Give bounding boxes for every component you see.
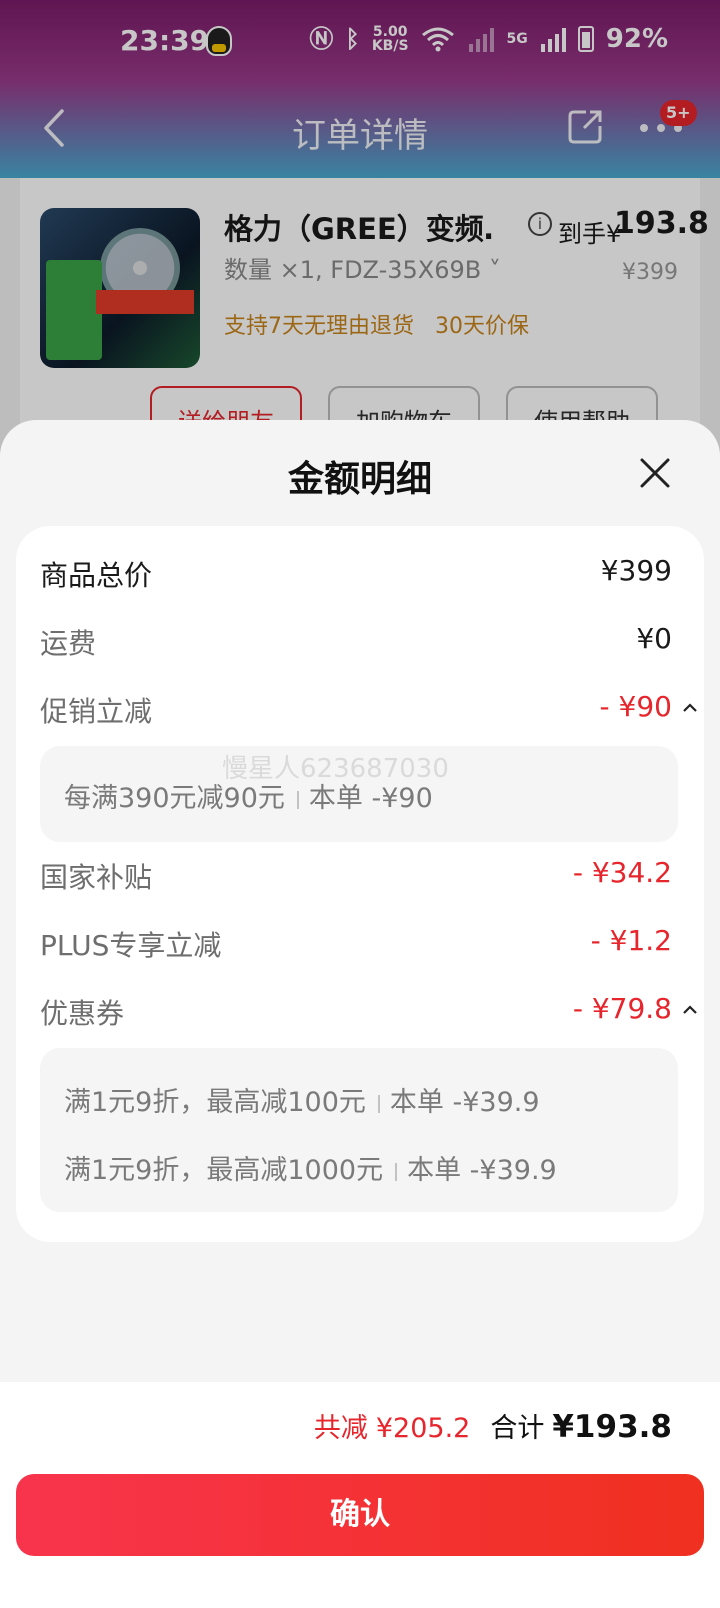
- chevron-up-icon[interactable]: [682, 1002, 698, 1018]
- coupon-detail-box: 满1元9折，最高减100元 本单 -¥39.9 满1元9折，最高减1000元 本单 …: [40, 1048, 678, 1212]
- amount-details-card: 商品总价 ¥399 运费 ¥0 促销立减 - ¥90 每满390元减90元 本单 …: [16, 526, 704, 1242]
- plus-discount-value: - ¥1.2: [590, 924, 672, 957]
- shipping-row: 运费 ¥0: [40, 622, 672, 662]
- chevron-up-icon[interactable]: [682, 700, 698, 716]
- coupon-amount: 本单 -¥39.9: [407, 1155, 557, 1186]
- promo-label: 促销立减: [40, 695, 153, 728]
- coupon-row[interactable]: 优惠券 - ¥79.8: [40, 992, 697, 1032]
- confirm-button[interactable]: 确认: [16, 1474, 704, 1556]
- coupon-detail-line: 满1元9折，最高减100元 本单 -¥39.9: [64, 1080, 540, 1119]
- subsidy-value: - ¥34.2: [572, 856, 672, 889]
- divider: [296, 790, 299, 809]
- close-icon[interactable]: [638, 456, 672, 490]
- coupon-label: 优惠券: [40, 997, 125, 1030]
- divider: [395, 1162, 398, 1181]
- saving-value: ¥205.2: [375, 1413, 471, 1444]
- subtotal-label: 商品总价: [40, 559, 153, 592]
- coupon-detail-line: 满1元9折，最高减1000元 本单 -¥39.9: [64, 1148, 557, 1187]
- plus-discount-label: PLUS专享立减: [40, 929, 222, 962]
- coupon-value: - ¥79.8: [572, 992, 672, 1025]
- promo-row[interactable]: 促销立减 - ¥90: [40, 690, 697, 730]
- coupon-rule: 满1元9折，最高减1000元: [64, 1155, 384, 1186]
- plus-discount-row: PLUS专享立减 - ¥1.2: [40, 924, 672, 964]
- coupon-amount: 本单 -¥39.9: [389, 1087, 540, 1118]
- shipping-value: ¥0: [636, 622, 672, 655]
- subtotal-row: 商品总价 ¥399: [40, 554, 672, 594]
- divider: [377, 1094, 380, 1113]
- saving-label: 共减: [313, 1413, 368, 1444]
- total-label: 合计: [490, 1413, 545, 1444]
- sheet-title: 金额明细: [287, 459, 432, 500]
- watermark-text: 慢星人623687030: [222, 754, 449, 784]
- coupon-rule: 满1元9折，最高减100元: [64, 1087, 366, 1118]
- promo-value: - ¥90: [599, 690, 672, 723]
- promo-rule: 每满390元减90元: [64, 783, 285, 814]
- shipping-label: 运费: [40, 627, 97, 660]
- subsidy-row: 国家补贴 - ¥34.2: [40, 856, 672, 896]
- promo-amount: 本单 -¥90: [308, 783, 433, 814]
- promo-value-group: - ¥90: [600, 690, 698, 723]
- total-value: ¥193.8: [552, 1409, 672, 1445]
- coupon-value-group: - ¥79.8: [573, 992, 698, 1025]
- subsidy-label: 国家补贴: [40, 861, 153, 894]
- subtotal-value: ¥399: [600, 554, 672, 587]
- total-summary: 共减 ¥205.2 合计 ¥193.8: [314, 1406, 672, 1445]
